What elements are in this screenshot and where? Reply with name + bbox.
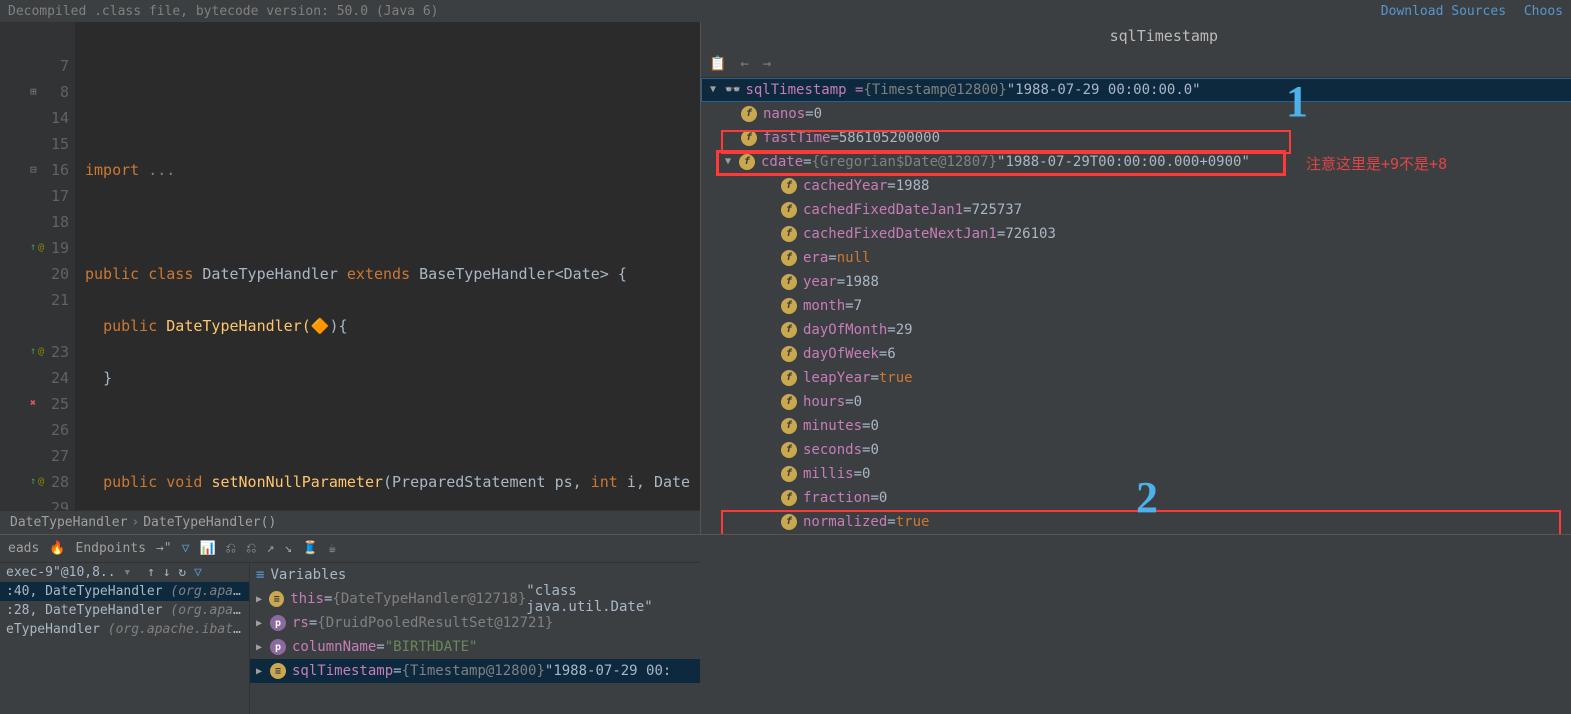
watch-icon: 👓 [724, 78, 741, 102]
var-icon: ≡ [269, 591, 284, 607]
toolbar-icon[interactable]: ↗ [266, 541, 274, 556]
choose-link[interactable]: Choos [1524, 4, 1563, 19]
stack-frame[interactable]: :40, DateTypeHandler (org.apache [0, 582, 249, 601]
decompiled-notice: Decompiled .class file, bytecode version… [8, 4, 438, 19]
toolbar-icon[interactable]: →" [156, 541, 172, 556]
field-icon: f [781, 346, 797, 362]
breadcrumb-class[interactable]: DateTypeHandler [10, 515, 127, 530]
override-icon[interactable]: ↑ [30, 235, 36, 261]
fold-icon[interactable]: ⊞ [30, 79, 37, 105]
vars-icon: ≡ [256, 567, 264, 583]
tree-item[interactable]: fseconds = 0 [701, 438, 1571, 462]
toolbar-icon[interactable]: ⎌ [246, 541, 256, 556]
var-icon: p [270, 615, 286, 631]
debug-panel: eads 🔥 Endpoints →" ▽ 📊 ⎌ ⎌ ↗ ↘ 🧵 ☕ exec… [0, 534, 1571, 714]
tree-item[interactable]: fleapYear = true [701, 366, 1571, 390]
field-icon: f [781, 322, 797, 338]
forward-icon[interactable]: → [763, 56, 771, 72]
var-icon: ≡ [270, 663, 286, 679]
endpoints-tab[interactable]: Endpoints [76, 541, 146, 556]
field-icon: f [781, 418, 797, 434]
tree-item[interactable]: ffraction = 0 [701, 486, 1571, 510]
tree-item[interactable]: ffastTime = 586105200000 [701, 126, 1571, 150]
code-area[interactable]: import ... public class DateTypeHandler … [75, 22, 700, 510]
toolbar-icon[interactable]: ☕ [328, 541, 336, 556]
field-icon: f [781, 442, 797, 458]
variable-row[interactable]: ▶pcolumnName = "BIRTHDATE" [250, 635, 700, 659]
tree-toolbar: 📋 ← → [701, 50, 1571, 78]
field-icon: f [781, 370, 797, 386]
back-icon[interactable]: ← [740, 56, 748, 72]
field-icon: f [781, 178, 797, 194]
breadcrumb-method[interactable]: DateTypeHandler() [143, 515, 276, 530]
tree-item[interactable]: fcachedFixedDateJan1 = 725737 [701, 198, 1571, 222]
variables-label: Variables [270, 567, 346, 583]
toolbar-icon[interactable]: 📊 [199, 541, 215, 556]
tree-item[interactable]: fhours = 0 [701, 390, 1571, 414]
field-icon: f [781, 514, 797, 530]
override-icon[interactable]: ↑ [30, 339, 36, 365]
next-frame-icon[interactable]: ↓ [163, 565, 171, 580]
filter-icon[interactable]: ▽ [194, 565, 202, 580]
tree-item[interactable]: fdayOfMonth = 29 [701, 318, 1571, 342]
thread-selector[interactable]: exec-9"@10,8.. ▾ ↑ ↓ ↻ ▽ [0, 563, 249, 582]
new-watch-icon[interactable]: 📋 [709, 56, 726, 72]
fold-icon[interactable]: ⊟ [30, 157, 37, 183]
toolbar-icon[interactable]: 🧵 [302, 541, 318, 556]
frames-panel[interactable]: exec-9"@10,8.. ▾ ↑ ↓ ↻ ▽ :40, DateTypeHa… [0, 563, 250, 714]
variable-row[interactable]: ▶≡this = {DateTypeHandler@12718} "class … [250, 587, 700, 611]
top-info-bar: Decompiled .class file, bytecode version… [0, 0, 1571, 22]
tree-item[interactable]: fmillis = 0 [701, 462, 1571, 486]
field-icon: f [781, 250, 797, 266]
toolbar-icon[interactable]: ↘ [284, 541, 292, 556]
tree-item[interactable]: fnormalized = true [701, 510, 1571, 534]
tree-item[interactable]: fcachedYear = 1988 [701, 174, 1571, 198]
field-icon: f [781, 298, 797, 314]
flame-icon[interactable]: 🔥 [49, 541, 65, 556]
code-editor[interactable]: 78141516171819202123242526272829 ⊞ ⊟ ↑@ … [0, 22, 700, 510]
breadcrumb[interactable]: DateTypeHandler › DateTypeHandler() [0, 510, 700, 534]
field-icon: f [739, 154, 755, 170]
field-icon: f [781, 226, 797, 242]
stack-frame[interactable]: eTypeHandler (org.apache.ibatis.ty [0, 620, 249, 639]
annotation-icon: @ [38, 469, 44, 495]
prev-frame-icon[interactable]: ↑ [147, 565, 155, 580]
tree-item[interactable]: fcachedFixedDateNextJan1 = 726103 [701, 222, 1571, 246]
tree-item[interactable]: fmonth = 7 [701, 294, 1571, 318]
breakpoint-icon[interactable]: ✖ [30, 391, 36, 417]
field-icon: f [781, 202, 797, 218]
stack-frame[interactable]: :28, DateTypeHandler (org.apache [0, 601, 249, 620]
field-icon: f [781, 274, 797, 290]
tree-item[interactable]: fminutes = 0 [701, 414, 1571, 438]
threads-tab[interactable]: eads [8, 541, 39, 556]
variable-row[interactable]: ▶≡sqlTimestamp = {Timestamp@12800} "1988… [250, 659, 700, 683]
field-icon: f [741, 130, 757, 146]
var-icon: p [270, 639, 286, 655]
tree-root[interactable]: ▼ 👓 sqlTimestamp = {Timestamp@12800} "19… [701, 78, 1571, 102]
variables-panel[interactable]: ≡ Variables ▶≡this = {DateTypeHandler@12… [250, 563, 700, 714]
field-icon: f [781, 394, 797, 410]
filter-icon[interactable]: ▽ [182, 541, 190, 556]
gutter: 78141516171819202123242526272829 ⊞ ⊟ ↑@ … [0, 22, 75, 510]
annotation-icon: @ [38, 339, 44, 365]
tree-item[interactable]: fdayOfWeek = 6 [701, 342, 1571, 366]
annotation-icon: @ [38, 235, 44, 261]
tree-item[interactable]: ▼fcdate = {Gregorian$Date@12807} "1988-0… [701, 150, 1571, 174]
field-icon: f [741, 106, 757, 122]
field-icon: f [781, 490, 797, 506]
toolbar-icon[interactable]: ↻ [178, 565, 186, 580]
tree-item[interactable]: fnanos = 0 [701, 102, 1571, 126]
variable-tree[interactable]: ▼ 👓 sqlTimestamp = {Timestamp@12800} "19… [701, 78, 1571, 534]
download-sources-link[interactable]: Download Sources [1381, 4, 1506, 19]
tree-item[interactable]: fera = null [701, 246, 1571, 270]
override-icon[interactable]: ↑ [30, 469, 36, 495]
tree-item[interactable]: fyear = 1988 [701, 270, 1571, 294]
evaluate-title: sqlTimestamp [701, 22, 1571, 50]
field-icon: f [781, 466, 797, 482]
toolbar-icon[interactable]: ⎌ [226, 541, 236, 556]
